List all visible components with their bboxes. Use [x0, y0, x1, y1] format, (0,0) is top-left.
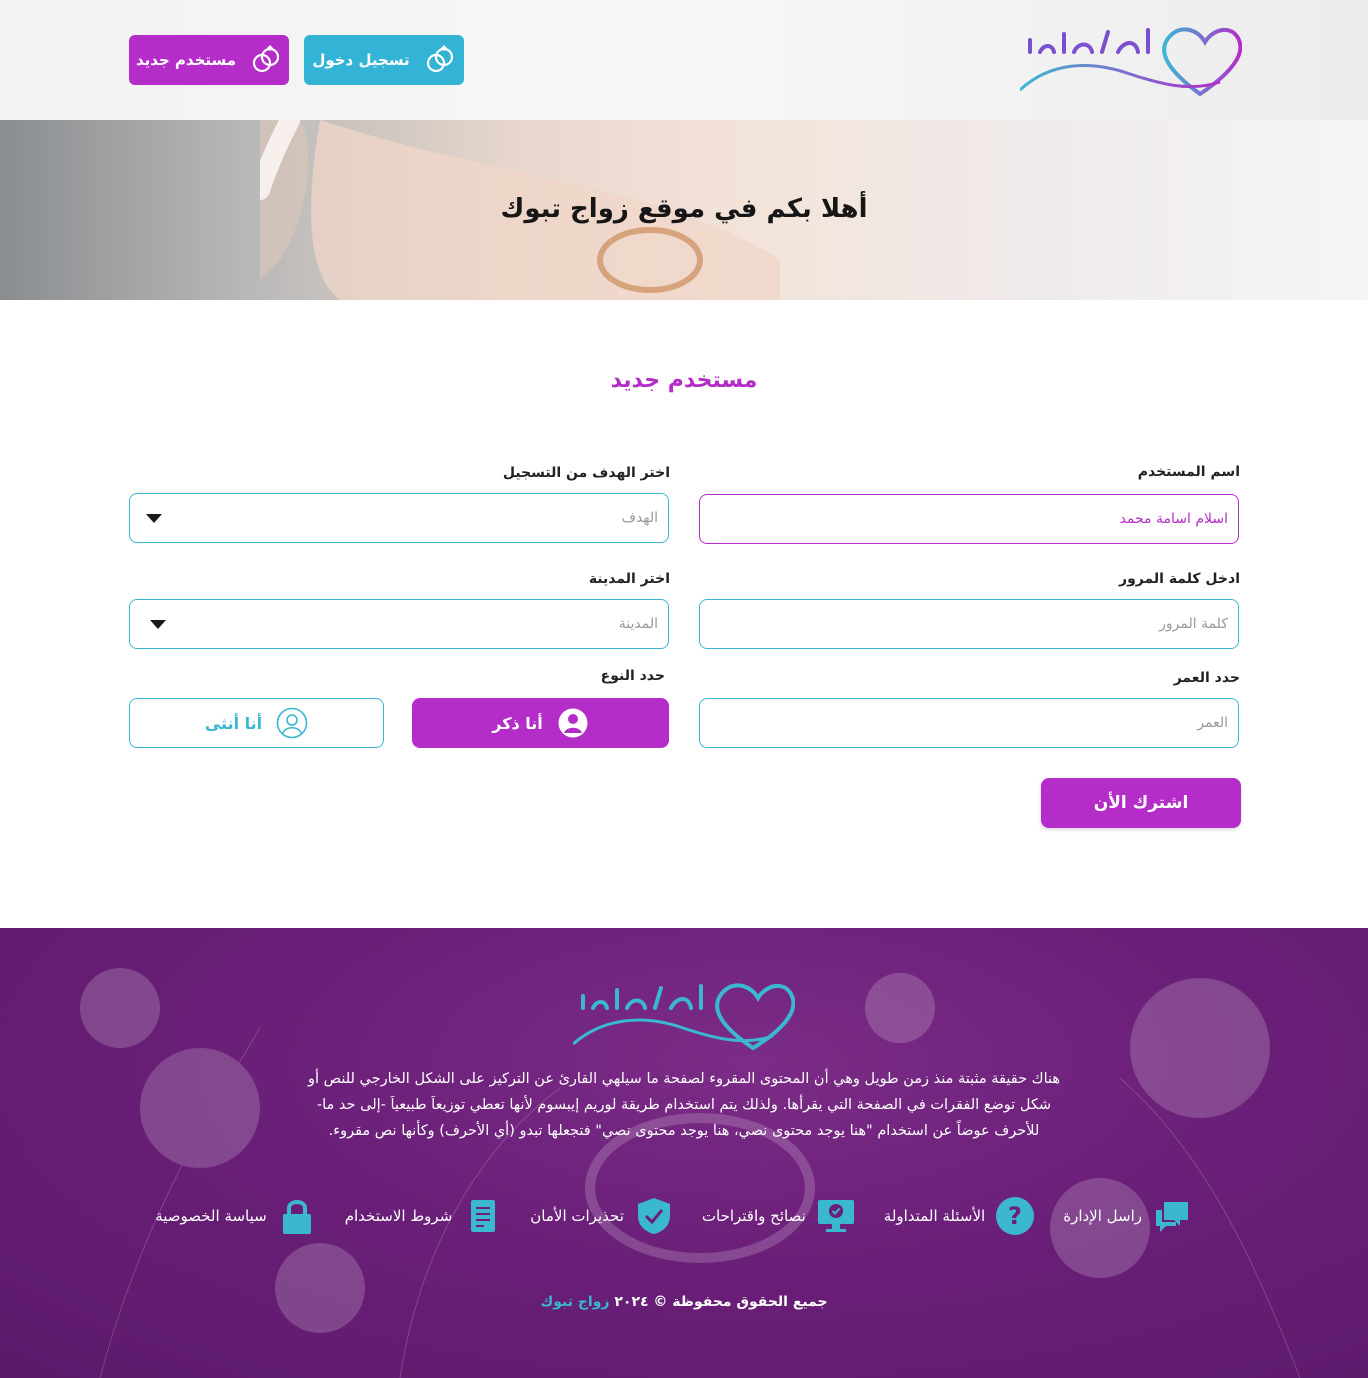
copyright: جميع الحقوق محفوظة © ٢٠٢٤ زواج تبوك	[0, 1294, 1368, 1310]
new-user-button[interactable]: مستخدم جديد	[129, 35, 289, 85]
footer-link-label: شروط الاستخدام	[344, 1207, 453, 1225]
footer-link-label: نصائح واقتراحات	[701, 1207, 806, 1225]
new-user-label: مستخدم جديد	[135, 51, 237, 69]
rings-icon	[426, 45, 453, 73]
svg-text:?: ?	[1008, 1202, 1022, 1230]
footer-link-label: الأسئلة المتداولة	[883, 1207, 986, 1225]
chat-icon	[1156, 1202, 1188, 1232]
footer-description: هناك حقيقة مثبتة منذ زمن طويل وهي أن الم…	[280, 1066, 1088, 1144]
password-placeholder: كلمة المرور	[1159, 616, 1228, 632]
footer-link-tips[interactable]: نصائح واقتراحات	[702, 1196, 856, 1236]
shield-icon	[637, 1198, 670, 1234]
copyright-brand[interactable]: زواج تبوك	[540, 1294, 609, 1310]
female-user-icon	[276, 707, 308, 739]
username-label: اسم المستخدم	[1137, 464, 1240, 480]
lock-icon	[282, 1200, 311, 1234]
footer-link-label: سياسة الخصوصية	[155, 1207, 267, 1225]
login-label: تسجيل دخول	[312, 51, 410, 69]
male-user-icon	[558, 708, 588, 738]
document-icon	[471, 1200, 496, 1232]
city-select[interactable]: المدينة	[129, 599, 669, 649]
age-placeholder: العمر	[1197, 715, 1228, 731]
chevron-down-icon	[150, 620, 166, 629]
goal-select[interactable]: الهدف	[129, 493, 669, 543]
footer-link-label: تحذيرات الأمان	[530, 1207, 624, 1225]
goal-label: اختر الهدف من التسجيل	[502, 465, 670, 481]
subscribe-button[interactable]: اشترك الأن	[1041, 778, 1241, 828]
footer-link-label: راسل الإدارة	[1063, 1207, 1142, 1225]
username-value: اسلام اسامة محمد	[1119, 511, 1228, 527]
age-field[interactable]: العمر	[699, 698, 1239, 748]
question-icon: ?	[996, 1197, 1035, 1235]
rings-icon	[252, 45, 280, 73]
city-label: اختر المدينة	[588, 571, 670, 587]
username-field[interactable]: اسلام اسامة محمد	[699, 494, 1239, 544]
monitor-icon	[817, 1200, 854, 1232]
footer-links: راسل الإدارة ? الأسئلة المتداولة نصائح و…	[155, 1196, 1192, 1236]
password-field[interactable]: كلمة المرور	[699, 599, 1239, 649]
site-logo[interactable]	[1020, 22, 1242, 98]
copyright-text: جميع الحقوق محفوظة © ٢٠٢٤	[614, 1294, 828, 1310]
gender-label: حدد النوع	[600, 668, 665, 684]
age-label: حدد العمر	[1173, 670, 1240, 686]
form-title: مستخدم جديد	[610, 368, 758, 393]
footer-link-privacy[interactable]: سياسة الخصوصية	[155, 1196, 317, 1236]
hero-title: أهلا بكم في موقع زواج تبوك	[500, 194, 868, 224]
footer-description-line: شكل توضع الفقرات في الصفحة التي يقرأها. …	[316, 1097, 1052, 1113]
gender-female-label: أنا أنثى	[204, 713, 263, 733]
footer-link-contact[interactable]: راسل الإدارة	[1063, 1196, 1192, 1236]
footer-link-terms[interactable]: شروط الاستخدام	[345, 1196, 503, 1236]
city-placeholder: المدينة	[618, 616, 658, 632]
footer-link-faq[interactable]: ? الأسئلة المتداولة	[884, 1196, 1035, 1236]
footer: هناك حقيقة مثبتة منذ زمن طويل وهي أن الم…	[0, 928, 1368, 1378]
footer-description-line: للأحرف عوضاً عن استخدام "هنا يوجد محتوى …	[328, 1123, 1040, 1139]
gender-female-button[interactable]: أنا أنثى	[129, 698, 384, 748]
gender-male-label: أنا ذكر	[492, 713, 543, 733]
chevron-down-icon	[146, 514, 162, 523]
footer-logo[interactable]	[573, 978, 795, 1052]
hero-banner: أهلا بكم في موقع زواج تبوك	[0, 120, 1368, 300]
goal-placeholder: الهدف	[621, 510, 658, 526]
gender-male-button[interactable]: أنا ذكر	[412, 698, 669, 748]
footer-description-line: هناك حقيقة مثبتة منذ زمن طويل وهي أن الم…	[307, 1071, 1061, 1087]
footer-link-safety[interactable]: تحذيرات الأمان	[530, 1196, 674, 1236]
password-label: ادخل كلمة المرور	[1119, 571, 1240, 587]
header: تسجيل دخول مستخدم جديد	[0, 0, 1368, 120]
login-button[interactable]: تسجيل دخول	[304, 35, 464, 85]
